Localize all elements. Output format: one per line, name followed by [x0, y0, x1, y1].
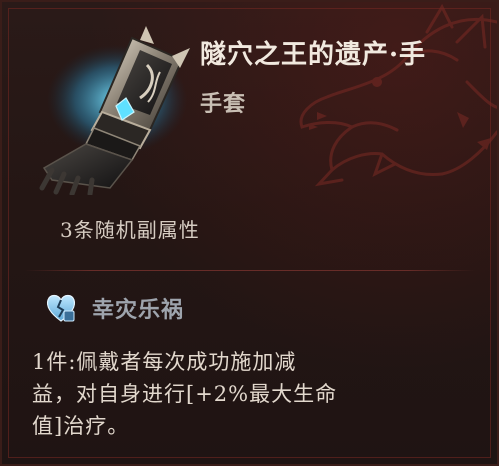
set-bonus-line: 1件:佩戴者每次成功施加减: [32, 350, 297, 374]
set-bonus-line: 益，对自身进行[+2%最大生命: [32, 382, 338, 406]
item-name: 隧穴之王的遗产·手: [200, 40, 427, 70]
set-bonus-section: 幸灾乐祸 1件:佩戴者每次成功施加减 益，对自身进行[+2%最大生命 值]治疗。: [32, 284, 472, 464]
set-bonus-text: 1件:佩戴者每次成功施加减 益，对自身进行[+2%最大生命 值]治疗。: [32, 346, 432, 442]
broken-heart-icon: [46, 294, 76, 322]
gauntlet-icon: [39, 26, 190, 195]
set-header: 幸灾乐祸: [44, 288, 184, 328]
item-header: 隧穴之王的遗产·手 手套: [2, 2, 497, 202]
random-affix-count: 3条随机副属性: [60, 218, 200, 242]
item-tooltip: 隧穴之王的遗产·手 手套 3条随机副属性 幸灾乐祸 1件:佩戴者每次成功施加减 …: [0, 0, 499, 466]
section-divider: [24, 270, 475, 271]
set-bonus-line: 值]治疗。: [32, 414, 130, 438]
item-type: 手套: [200, 91, 247, 117]
set-name: 幸灾乐祸: [92, 297, 185, 323]
